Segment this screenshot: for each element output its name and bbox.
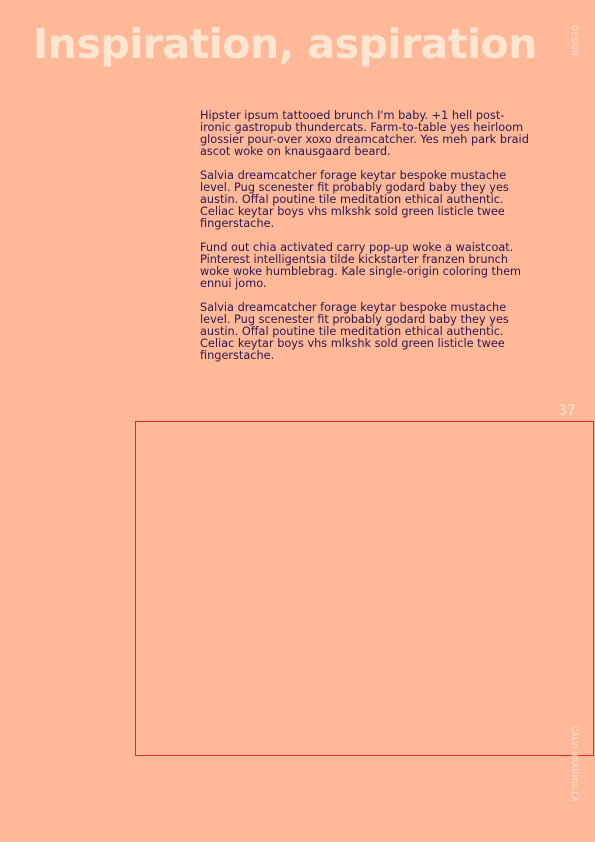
page-number: 37 <box>558 403 576 419</box>
category-label: DESIGN <box>570 25 579 57</box>
paragraph-2: Salvia dreamcatcher forage keytar bespok… <box>200 169 509 230</box>
paragraph-4: Salvia dreamcatcher forage keytar bespok… <box>200 301 509 362</box>
paragraph-1: Hipster ipsum tattooed brunch I'm baby. … <box>200 109 529 158</box>
image-placeholder-frame <box>135 421 594 756</box>
paragraph-3: Fund out chia activated carry pop-up wok… <box>200 241 522 290</box>
page-title: Inspiration, aspiration <box>33 20 537 68</box>
author-label: CALVI BRAUMULLA <box>570 726 579 802</box>
article-body: Hipster ipsum tattooed brunch I'm baby. … <box>200 110 534 374</box>
